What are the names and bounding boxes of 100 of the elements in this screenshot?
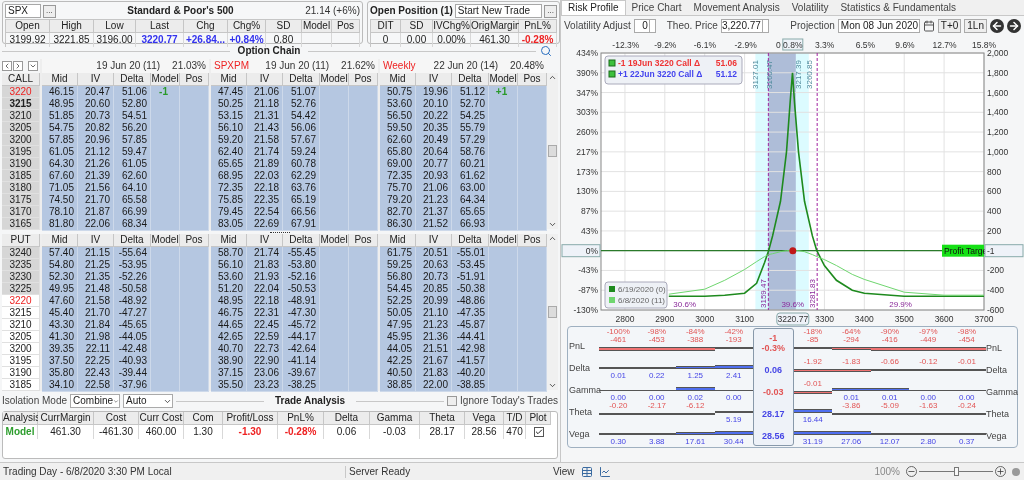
- tab[interactable]: Volatility: [785, 0, 835, 15]
- greek-value: 28.56: [762, 431, 785, 441]
- slider-thumb[interactable]: [954, 467, 959, 476]
- plot-checkbox[interactable]: [533, 427, 544, 437]
- tab[interactable]: Statistics & Fundamentals: [834, 0, 963, 15]
- scroll-thumb[interactable]: [548, 145, 557, 157]
- greek-value: -1.83: [842, 358, 861, 366]
- strike-cell: 3225: [2, 283, 40, 295]
- table-cell: -37.96: [114, 379, 151, 392]
- table-cell: 0: [371, 33, 401, 47]
- browse-button[interactable]: ...: [43, 4, 56, 18]
- field-label: Volatility Adjust: [564, 20, 631, 32]
- chart-view-icon[interactable]: [598, 465, 611, 478]
- greek-value: -6.12: [686, 402, 705, 410]
- breakeven-label: 3159.47: [759, 279, 769, 308]
- greek-value: 31.19: [802, 438, 823, 446]
- table-cell: 3199.92: [6, 33, 50, 47]
- column-header: CurrMargin: [38, 412, 94, 425]
- dropdown-icon[interactable]: [28, 60, 38, 71]
- legend-entry: 6/8/2020 (11): [618, 296, 665, 305]
- strike-cell: 3235: [2, 259, 40, 271]
- scrollbar[interactable]: [547, 234, 558, 390]
- symbol-field[interactable]: SPX: [5, 4, 41, 18]
- strike-cell: 3165: [2, 218, 40, 230]
- axis-label: -600: [987, 305, 1004, 315]
- axis-label: -43%: [578, 265, 598, 276]
- tab[interactable]: Price Chart: [625, 0, 688, 15]
- date-field[interactable]: Mon 08 Jun 2020: [837, 19, 920, 33]
- submode-select[interactable]: Auto: [123, 394, 174, 408]
- table-cell: [180, 379, 209, 392]
- greek-value: -388: [687, 336, 704, 344]
- column-header: Chg: [184, 20, 228, 33]
- greek-value: -294: [843, 336, 860, 344]
- greek-value: 0.00: [920, 394, 937, 402]
- scroll-up-icon[interactable]: [548, 73, 557, 82]
- greek-label: PnL: [569, 341, 585, 351]
- tab[interactable]: Risk Profile: [561, 0, 626, 15]
- greek-value: -1.63: [919, 402, 938, 410]
- strike-cell: 3205: [2, 122, 40, 134]
- table-cell: 81.80: [42, 218, 78, 231]
- greek-label: Gamma: [569, 385, 601, 395]
- strike-cell: 3200: [2, 134, 40, 146]
- forward-icon[interactable]: [1007, 19, 1021, 33]
- column-header: IV: [416, 73, 452, 86]
- expiration-date: 19 Jun 20 (11): [95, 59, 162, 72]
- column-header: PUT: [2, 234, 40, 247]
- expiration-date: 22 Jun 20 (14): [432, 59, 500, 72]
- back-icon[interactable]: [990, 19, 1004, 33]
- today-button[interactable]: T+0: [937, 19, 962, 33]
- strike-cell: 3170: [2, 206, 40, 218]
- greek-value: 0.30: [610, 438, 627, 446]
- scroll-thumb[interactable]: [548, 306, 557, 318]
- volatility-spinner[interactable]: 0: [633, 19, 656, 33]
- greek-value: -18%: [803, 328, 823, 336]
- column-header: CALL: [2, 73, 40, 86]
- ignore-checkbox[interactable]: [447, 396, 458, 406]
- scrollbar[interactable]: [547, 73, 558, 229]
- zoom-in-icon[interactable]: [995, 466, 1006, 477]
- tab[interactable]: Movement Analysis: [687, 0, 786, 15]
- strike-cell: 3210: [2, 110, 40, 122]
- zoom-slider[interactable]: [919, 466, 993, 477]
- column-header: Model: [489, 234, 518, 247]
- scroll-up-icon[interactable]: [548, 234, 557, 243]
- axis-label: 130%: [576, 186, 598, 197]
- greek-value: 16.44: [802, 416, 823, 424]
- table-view-icon[interactable]: [580, 465, 593, 478]
- mode-select[interactable]: Combine: [70, 394, 121, 408]
- column-header: T/D: [504, 412, 526, 425]
- greek-label: Vega: [569, 429, 590, 439]
- strike-cell: 3190: [2, 367, 40, 379]
- column-header: IV: [78, 234, 114, 247]
- table-cell: [320, 379, 349, 392]
- table-cell: 67.91: [283, 218, 320, 231]
- table-cell: 68.34: [114, 218, 151, 231]
- greek-value: 2.41: [725, 372, 742, 380]
- greek-value: 27.06: [841, 438, 862, 446]
- trade-field[interactable]: Start New Trade: [454, 4, 543, 18]
- browse-button[interactable]: ...: [544, 4, 557, 18]
- table-cell: +0.84%: [228, 33, 266, 47]
- line-button[interactable]: 1Ln: [964, 19, 987, 33]
- next-icon[interactable]: [13, 60, 23, 71]
- scroll-down-icon[interactable]: [548, 381, 557, 390]
- table-cell: [180, 218, 209, 231]
- table-cell: 66.93: [452, 218, 489, 231]
- strike-cell: 3220: [2, 86, 40, 98]
- column-header: PnL%: [519, 20, 557, 33]
- greek-value: -42%: [724, 328, 744, 336]
- price-spinner[interactable]: 3,220.77: [720, 19, 769, 33]
- greek-value: -461: [610, 336, 627, 344]
- column-header: Pos: [180, 234, 209, 247]
- column-header: Delta: [114, 234, 151, 247]
- greek-value: -98%: [957, 328, 977, 336]
- scroll-down-icon[interactable]: [548, 220, 557, 229]
- zoom-reading: 100%: [874, 465, 900, 478]
- axis-label: 217%: [576, 146, 598, 157]
- calendar-icon[interactable]: [922, 20, 935, 32]
- previous-icon[interactable]: [2, 60, 12, 71]
- table-cell: 0.00%: [433, 33, 471, 47]
- greek-value: 0.00: [648, 394, 665, 402]
- search-icon[interactable]: [540, 45, 552, 57]
